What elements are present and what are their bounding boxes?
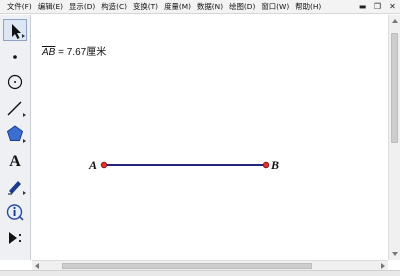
vertical-scrollbar[interactable] bbox=[388, 15, 400, 260]
menu-items: 文件(F) 编辑(E) 显示(D) 构造(C) 变换(T) 度量(M) 数据(N… bbox=[4, 0, 324, 14]
text-tool[interactable]: A bbox=[3, 149, 27, 171]
menu-display[interactable]: 显示(D) bbox=[66, 0, 98, 14]
play-more-icon bbox=[9, 232, 22, 244]
point-b-label[interactable]: B bbox=[271, 158, 279, 173]
arrow-icon bbox=[12, 24, 21, 39]
menu-graph[interactable]: 绘图(D) bbox=[226, 0, 258, 14]
sketch-canvas[interactable]: AB = 7.67厘米 A B bbox=[32, 15, 388, 260]
circle-icon bbox=[7, 74, 23, 90]
compass-tool[interactable] bbox=[3, 71, 27, 93]
point-tool[interactable] bbox=[3, 46, 27, 68]
tool-more-indicator bbox=[23, 139, 26, 143]
minimize-icon[interactable]: ▬ bbox=[358, 1, 367, 13]
menu-construct[interactable]: 构造(C) bbox=[98, 0, 130, 14]
menu-measure[interactable]: 度量(M) bbox=[161, 0, 194, 14]
marker-tool[interactable] bbox=[3, 175, 27, 197]
menu-window[interactable]: 窗口(W) bbox=[258, 0, 292, 14]
geometry-layer bbox=[100, 161, 270, 169]
arrow-select-tool[interactable] bbox=[3, 19, 27, 41]
straightedge-tool[interactable] bbox=[3, 97, 27, 119]
custom-tool[interactable] bbox=[3, 227, 27, 249]
status-bar bbox=[0, 270, 400, 276]
menu-transform[interactable]: 变换(T) bbox=[130, 0, 161, 14]
close-icon[interactable]: ✕ bbox=[388, 1, 397, 13]
point-icon bbox=[13, 55, 17, 59]
window-controls: ▬ ❐ ✕ bbox=[358, 1, 397, 13]
menu-edit[interactable]: 编辑(E) bbox=[35, 0, 66, 14]
svg-text:A: A bbox=[9, 153, 21, 170]
vertical-scroll-thumb[interactable] bbox=[391, 33, 398, 143]
scroll-left-icon[interactable] bbox=[35, 263, 39, 269]
point-a[interactable] bbox=[100, 161, 108, 169]
point-b[interactable] bbox=[262, 161, 270, 169]
horizontal-scrollbar[interactable] bbox=[32, 260, 388, 270]
text-a-icon: A bbox=[9, 153, 21, 170]
info-icon bbox=[6, 204, 24, 221]
scroll-down-icon[interactable] bbox=[392, 252, 398, 256]
toolbox: A bbox=[0, 15, 31, 260]
scroll-right-icon[interactable] bbox=[381, 263, 385, 269]
tool-more-indicator bbox=[23, 191, 26, 195]
point-a-label[interactable]: A bbox=[89, 158, 97, 173]
horizontal-scroll-thumb[interactable] bbox=[62, 263, 312, 269]
restore-icon[interactable]: ❐ bbox=[373, 1, 382, 13]
tool-more-indicator bbox=[22, 34, 25, 38]
polygon-tool[interactable] bbox=[3, 123, 27, 145]
menu-number[interactable]: 数据(N) bbox=[194, 0, 226, 14]
information-tool[interactable] bbox=[3, 201, 27, 223]
tool-more-indicator bbox=[23, 113, 26, 117]
scroll-up-icon[interactable] bbox=[392, 19, 398, 23]
menu-help[interactable]: 帮助(H) bbox=[292, 0, 324, 14]
menu-file[interactable]: 文件(F) bbox=[4, 0, 35, 14]
menu-bar: 文件(F) 编辑(E) 显示(D) 构造(C) 变换(T) 度量(M) 数据(N… bbox=[0, 0, 400, 14]
